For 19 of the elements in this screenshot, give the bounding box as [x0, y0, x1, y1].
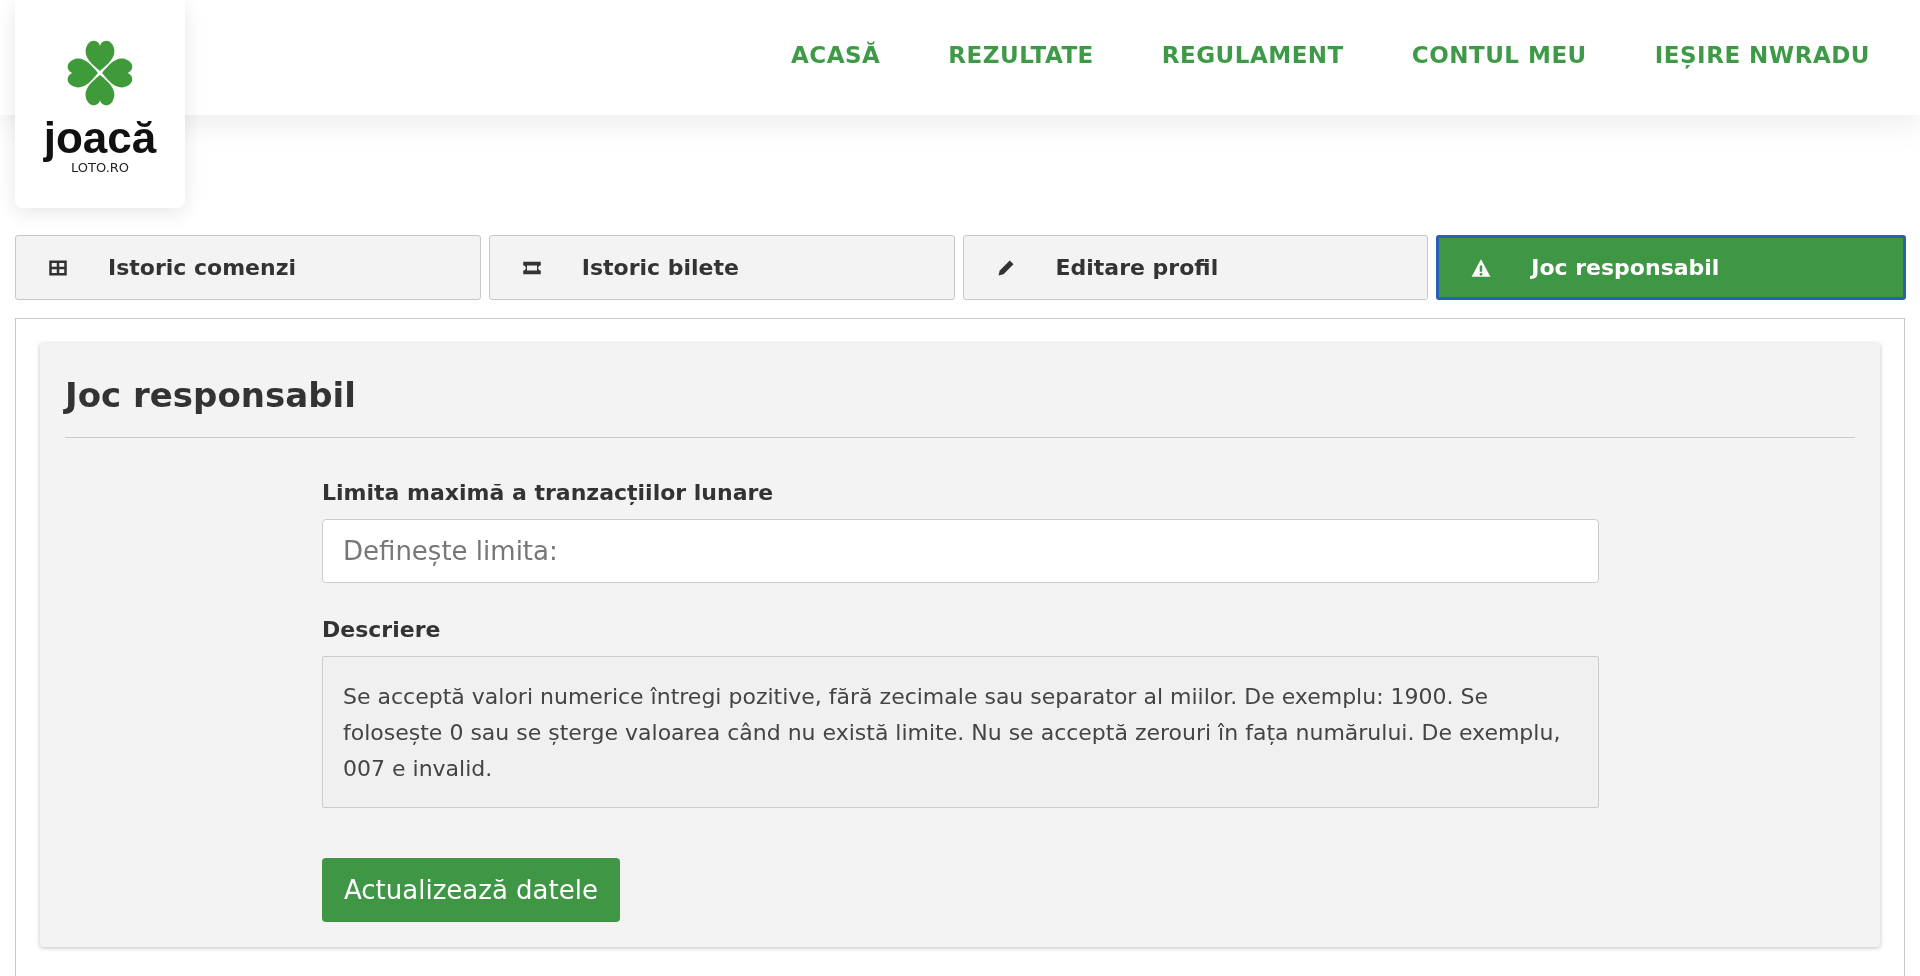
- tab[interactable]: Istoric comenzi: [15, 235, 481, 300]
- warning-icon: [1471, 257, 1492, 278]
- logo-domain: LOTO.RO: [70, 160, 130, 175]
- tab[interactable]: Joc responsabil: [1436, 235, 1906, 300]
- logo-card[interactable]: joacă LOTO.RO: [15, 0, 185, 208]
- tab[interactable]: Editare profil: [962, 235, 1429, 300]
- nav-link[interactable]: CONTUL MEU: [1411, 42, 1587, 68]
- panel-title: Joc responsabil: [65, 375, 357, 415]
- nav-link[interactable]: REGULAMENT: [1161, 42, 1344, 68]
- nav-link[interactable]: ACASĂ: [791, 42, 881, 68]
- limit-input-field[interactable]: Definește limita:: [322, 519, 1599, 583]
- nav-link[interactable]: IEȘIRE NWRADU: [1654, 42, 1870, 68]
- nav-link[interactable]: REZULTATE: [948, 42, 1094, 68]
- field-label: Descriere: [322, 617, 442, 642]
- update-button[interactable]: Actualizează datele: [322, 858, 620, 922]
- tab[interactable]: Istoric bilete: [488, 235, 955, 300]
- field-label: Limita maximă a tranzacțiilor lunare: [322, 480, 775, 505]
- logo-wordmark: joacă: [43, 116, 157, 160]
- description-textarea[interactable]: Se acceptă valori numerice întregi pozitive, fără zecimale sau separator al miilor. De exemplu: 1900. Se folosește 0 sau se șterge valoarea când nu există limite. Nu se acceptă zerouri în fața numărului. De exemplu, 007 e invalid.: [322, 656, 1599, 808]
